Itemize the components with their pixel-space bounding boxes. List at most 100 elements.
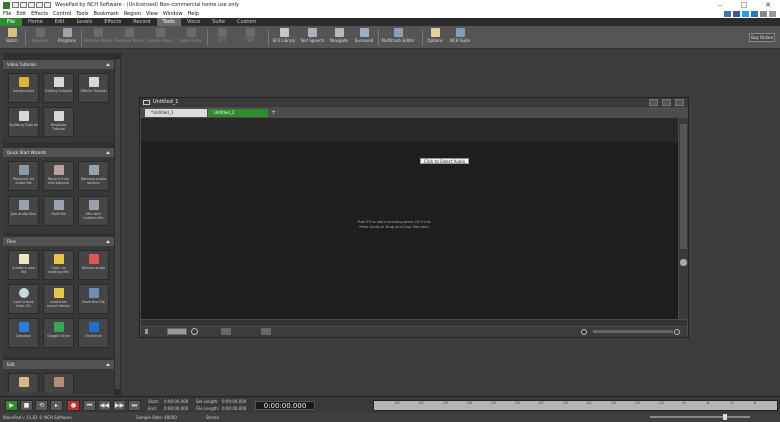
play-to-end-button[interactable]: ▸ bbox=[50, 400, 63, 411]
remove-voice-button[interactable]: Remove Voice bbox=[114, 27, 144, 48]
tab-edit[interactable]: Edit bbox=[49, 18, 71, 26]
doc-tab-untitled-2[interactable]: Untitled_2 bbox=[208, 109, 268, 117]
tab-levels[interactable]: Levels bbox=[70, 18, 98, 26]
menu-control[interactable]: Control bbox=[53, 11, 71, 17]
google-drive[interactable]: Google Drive bbox=[43, 318, 74, 348]
wizard-split-file[interactable]: Split file bbox=[43, 196, 74, 226]
quick-save-icon[interactable] bbox=[28, 2, 35, 8]
isolate-voice-button[interactable]: Isolate Voice bbox=[145, 27, 175, 48]
nch-suite-button[interactable]: NCH Suite bbox=[448, 27, 472, 48]
quick-new-icon[interactable] bbox=[12, 2, 19, 8]
load-tracks-cd[interactable]: Load tracks from CD bbox=[8, 284, 39, 314]
scrollbar-thumb[interactable] bbox=[680, 124, 687, 249]
select-audio-tooltip[interactable]: Click to Select Audio bbox=[420, 158, 469, 164]
tutorial-splitting[interactable]: Splitting Tutorial bbox=[8, 107, 39, 137]
wizard-join-files[interactable]: Join audio files bbox=[8, 196, 39, 226]
panel-header[interactable]: Edit bbox=[3, 360, 114, 369]
tfft-button[interactable]: TFFT bbox=[238, 27, 262, 48]
tab-custom[interactable]: Custom bbox=[231, 18, 262, 26]
surround-button[interactable]: Surround bbox=[352, 27, 376, 48]
tutorial-introduction[interactable]: Introduction bbox=[8, 73, 39, 103]
doc-minimize-button[interactable] bbox=[649, 99, 658, 106]
twitter-icon[interactable] bbox=[742, 11, 749, 17]
options-button[interactable]: Options bbox=[424, 27, 446, 48]
regions-button[interactable]: Regions bbox=[28, 27, 52, 48]
go-start-button[interactable]: ⏮ bbox=[83, 400, 96, 411]
open-existing-file[interactable]: Open an existing file bbox=[43, 250, 74, 280]
create-new-file[interactable]: Create a new file bbox=[8, 250, 39, 280]
linkedin-icon[interactable] bbox=[751, 11, 758, 17]
navigate-button[interactable]: Navigate bbox=[327, 27, 351, 48]
scrollbar-thumb[interactable] bbox=[115, 59, 120, 389]
waveform-overview[interactable] bbox=[141, 118, 678, 142]
record-audio[interactable]: Record audio bbox=[78, 250, 109, 280]
tab-effects[interactable]: Effects bbox=[98, 18, 127, 26]
record-button[interactable]: ● bbox=[67, 400, 80, 411]
tutorial-effects[interactable]: Effects Tutorial bbox=[78, 73, 109, 103]
dropbox[interactable]: Dropbox bbox=[8, 318, 39, 348]
dropdown-icon[interactable] bbox=[769, 11, 776, 17]
menu-help[interactable]: Help bbox=[188, 11, 199, 17]
menu-region[interactable]: Region bbox=[124, 11, 141, 17]
zoom-out-icon[interactable] bbox=[581, 329, 587, 335]
panel-header[interactable]: Quick Start Wizards bbox=[3, 148, 114, 157]
scroll-left-icon[interactable] bbox=[145, 329, 150, 334]
tab-file[interactable]: File bbox=[0, 18, 22, 26]
remove-noise-button[interactable]: Remove Noise bbox=[83, 27, 113, 48]
quick-redo-icon[interactable] bbox=[44, 2, 51, 8]
waveform-area[interactable] bbox=[141, 142, 678, 319]
menu-file[interactable]: File bbox=[3, 11, 11, 17]
save-this-file[interactable]: Save this file bbox=[78, 284, 109, 314]
tutorial-ringtone[interactable]: Ringtone Tutorial bbox=[43, 107, 74, 137]
tutorial-editing[interactable]: Editing Tutorial bbox=[43, 73, 74, 103]
ringtone-button[interactable]: Ringtone bbox=[56, 27, 78, 48]
quick-open-icon[interactable] bbox=[20, 2, 27, 8]
load-sound-library[interactable]: Load from sound library bbox=[43, 284, 74, 314]
vertical-zoom-scrollbar[interactable] bbox=[679, 118, 688, 319]
go-end-button[interactable]: ⏭ bbox=[128, 400, 141, 411]
like-icon[interactable] bbox=[724, 11, 731, 17]
close-button[interactable]: ✕ bbox=[756, 0, 780, 10]
tab-home[interactable]: Home bbox=[22, 18, 49, 26]
doc-close-button[interactable] bbox=[675, 99, 684, 106]
menu-edit[interactable]: Edit bbox=[16, 11, 26, 17]
menu-window[interactable]: Window bbox=[163, 11, 183, 17]
fft-button[interactable]: FFT bbox=[210, 27, 234, 48]
tab-record[interactable]: Record bbox=[127, 18, 156, 26]
menu-tools[interactable]: Tools bbox=[76, 11, 88, 17]
wizard-mix-file[interactable]: Mix with another file bbox=[78, 196, 109, 226]
buy-online-button[interactable]: Buy Online bbox=[749, 33, 775, 42]
maximize-button[interactable]: □ bbox=[732, 0, 756, 10]
scroll-button[interactable] bbox=[261, 328, 271, 335]
rewind-button[interactable]: ◀◀ bbox=[98, 400, 111, 411]
zoom-in-icon[interactable] bbox=[674, 329, 680, 335]
help-icon[interactable] bbox=[760, 11, 767, 17]
edit-item-2[interactable] bbox=[43, 373, 74, 393]
play-button[interactable]: ▶ bbox=[5, 400, 18, 411]
menu-bookmark[interactable]: Bookmark bbox=[93, 11, 118, 17]
zoom-combo[interactable] bbox=[167, 328, 187, 335]
batch-button[interactable]: Batch bbox=[2, 27, 22, 48]
text-speech-button[interactable]: Text Speech bbox=[299, 27, 325, 48]
zoom-in-icon[interactable] bbox=[680, 259, 687, 266]
tab-tools[interactable]: Tools bbox=[156, 18, 181, 26]
wizard-playback[interactable]: Playback an audio file bbox=[8, 161, 39, 191]
tab-voice[interactable]: Voice bbox=[181, 18, 206, 26]
facebook-icon[interactable] bbox=[733, 11, 740, 17]
panel-header[interactable]: Video Tutorials bbox=[3, 60, 114, 69]
tab-suite[interactable]: Suite bbox=[206, 18, 231, 26]
volume-slider-thumb[interactable] bbox=[723, 414, 727, 420]
collapse-icon[interactable] bbox=[106, 151, 110, 154]
edit-item-1[interactable] bbox=[8, 373, 39, 393]
doc-tab-untitled-1[interactable]: *Untitled_1 bbox=[145, 109, 207, 117]
horizontal-scrollbar[interactable] bbox=[141, 327, 687, 337]
sfx-library-button[interactable]: SFX Library bbox=[271, 27, 297, 48]
task-pane-scrollbar[interactable] bbox=[114, 53, 121, 395]
fade-finder-button[interactable]: Fade Finder bbox=[177, 27, 205, 48]
stop-button[interactable]: ■ bbox=[20, 400, 33, 411]
panel-header[interactable]: Files bbox=[3, 237, 114, 246]
wizard-record-mic[interactable]: Record from microphone bbox=[43, 161, 74, 191]
volume-slider[interactable] bbox=[650, 416, 750, 418]
quick-undo-icon[interactable] bbox=[36, 2, 43, 8]
collapse-icon[interactable] bbox=[106, 363, 110, 366]
